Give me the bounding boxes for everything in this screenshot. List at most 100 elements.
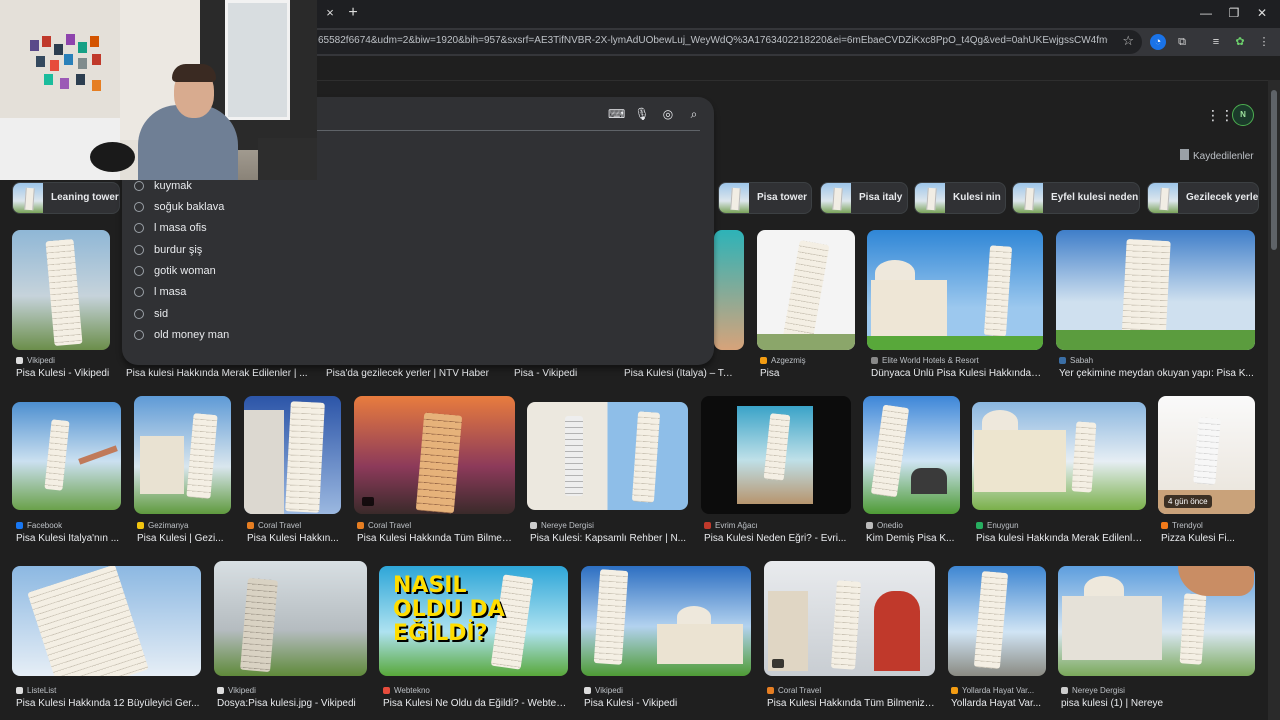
result-image[interactable]: [12, 402, 121, 510]
result-image[interactable]: [12, 230, 110, 350]
source-favicon: [217, 687, 224, 694]
suggestion-item[interactable]: l masa ofis: [122, 218, 714, 239]
result-title[interactable]: Pisa Kulesi - Vikipedi: [584, 698, 751, 709]
result-source: Gezimanya: [137, 521, 231, 530]
lens-icon[interactable]: ◎: [660, 106, 676, 122]
source-label: Vikipedi: [228, 686, 256, 695]
result-title[interactable]: Pisa Kulesi Hakkında 12 Büyüleyici Ger..…: [16, 698, 201, 709]
search-icon[interactable]: ⌕: [686, 106, 702, 122]
suggestion-item[interactable]: sid: [122, 304, 714, 325]
result-image[interactable]: 4 gün önce: [1158, 396, 1255, 514]
source-favicon: [584, 687, 591, 694]
account-avatar[interactable]: N: [1232, 104, 1254, 126]
extension-icon[interactable]: ◔: [1150, 34, 1166, 50]
result-image[interactable]: [972, 402, 1146, 510]
result-image[interactable]: [701, 396, 851, 514]
bookmark-star-icon[interactable]: ☆: [1122, 33, 1134, 49]
result-title[interactable]: Pisa Kulesi Hakkın...: [247, 533, 341, 544]
result-title[interactable]: Pisa Kulesi (İtalya) – Te...: [624, 368, 736, 379]
media-control-icon[interactable]: ≡: [1208, 34, 1224, 50]
result-title[interactable]: Pisa Kulesi - Vikipedi: [16, 368, 116, 379]
result-title[interactable]: Pizza Kulesi Fi...: [1161, 533, 1255, 544]
profile-extension-icon[interactable]: ✿: [1232, 34, 1248, 50]
result-title[interactable]: Pisa Kulesi Hakkında Tüm Bilmeniz ...: [767, 698, 935, 709]
suggestion-item[interactable]: l masa: [122, 282, 714, 303]
result-title[interactable]: Pisa - Vikipedi: [514, 368, 614, 379]
result-image[interactable]: [764, 561, 935, 676]
result-title[interactable]: Yer çekimine meydan okuyan yapı: Pisa K.…: [1059, 368, 1255, 379]
microphone-icon[interactable]: 🎙: [634, 106, 650, 122]
result-image[interactable]: [867, 230, 1043, 350]
result-image[interactable]: [863, 396, 960, 514]
result-source: Enuygun: [976, 521, 1146, 530]
result-source: Elite World Hotels & Resort: [871, 356, 1041, 365]
result-image[interactable]: [214, 561, 367, 676]
webcam-overlay: [0, 0, 317, 180]
suggestion-item[interactable]: burdur şiş: [122, 240, 714, 261]
suggestion-label: soğuk baklava: [154, 201, 225, 213]
result-title[interactable]: Pisa kulesi Hakkında Merak Edilenler | .…: [126, 368, 312, 379]
new-tab-icon[interactable]: +: [345, 4, 361, 22]
result-title[interactable]: Pisa Kulesi Ne Oldu da Eğildi? - Webtek.…: [383, 698, 568, 709]
result-title[interactable]: Pisa kulesi Hakkında Merak Edilenle...: [976, 533, 1146, 544]
chip-eyfel-kulesi-neden[interactable]: Eyfel kulesi neden: [1012, 182, 1140, 214]
chip-pisa-tower[interactable]: Pisa tower: [718, 182, 812, 214]
suggestion-item[interactable]: soğuk baklava: [122, 197, 714, 218]
result-title[interactable]: Pisa: [760, 368, 854, 379]
suggestion-item[interactable]: old money man: [122, 325, 714, 346]
result-title[interactable]: Dosya:Pisa kulesi.jpg - Vikipedi: [217, 698, 367, 709]
source-favicon: [1161, 522, 1168, 529]
result-title[interactable]: Dünyaca Ünlü Pisa Kulesi Hakkında İ...: [871, 368, 1043, 379]
result-title[interactable]: Pisa Kulesi: Kapsamlı Rehber | N...: [530, 533, 688, 544]
result-title[interactable]: Pisa Kulesi İtalya'nın ...: [16, 533, 124, 544]
chip-thumbnail: [719, 183, 749, 213]
url-text[interactable]: 65582f6674&udm=2&biw=1920&bih=957&sxsrf=…: [318, 35, 1108, 46]
scrollbar-thumb[interactable]: [1271, 90, 1277, 250]
result-image[interactable]: [354, 396, 515, 514]
result-image[interactable]: [244, 396, 341, 514]
thumbnail-overlay-text: NASIL OLDU DA EĞİLDİ?: [393, 573, 505, 646]
result-image[interactable]: [757, 230, 855, 350]
result-source: Vikipedi: [16, 356, 110, 365]
result-source: Trendyol: [1161, 521, 1255, 530]
keyboard-icon[interactable]: ⌨: [608, 106, 625, 122]
source-label: Azgezmiş: [771, 356, 806, 365]
suggestion-label: gotik woman: [154, 265, 216, 277]
result-source: Onedio: [866, 521, 960, 530]
result-image[interactable]: [1056, 230, 1255, 350]
chip-label: Pisa italy: [859, 192, 903, 203]
result-title[interactable]: Pisa Kulesi | Gezi...: [137, 533, 233, 544]
result-image[interactable]: NASIL OLDU DA EĞİLDİ?: [379, 566, 568, 676]
result-image[interactable]: [12, 566, 201, 676]
result-image[interactable]: [581, 566, 751, 676]
result-title[interactable]: Yollarda Hayat Var...: [951, 698, 1046, 709]
google-apps-icon[interactable]: ⋮⋮: [1206, 107, 1234, 123]
result-image[interactable]: [1058, 566, 1255, 676]
chip-kulesi-nin[interactable]: Kulesi nin: [914, 182, 1006, 214]
result-image[interactable]: [714, 230, 744, 350]
page-scrollbar[interactable]: [1268, 80, 1280, 720]
chip-pisa-italy[interactable]: Pisa italy: [820, 182, 908, 214]
close-window-icon[interactable]: ✕: [1252, 4, 1272, 22]
extensions-puzzle-icon[interactable]: ⧉: [1174, 34, 1190, 50]
result-source: Yollarda Hayat Var...: [951, 686, 1046, 695]
tab-close-icon[interactable]: ×: [322, 5, 338, 21]
result-title[interactable]: Pisa Kulesi Neden Eğri? - Evri...: [704, 533, 852, 544]
result-title[interactable]: Pisa'da gezilecek yerler | NTV Haber: [326, 368, 502, 379]
restore-icon[interactable]: ❐: [1224, 4, 1244, 22]
result-image[interactable]: [527, 402, 688, 510]
saved-link[interactable]: Kaydedilenler: [1180, 149, 1254, 162]
result-title[interactable]: pisa kulesi (1) | Nereye: [1061, 698, 1255, 709]
source-favicon: [951, 687, 958, 694]
history-icon: [134, 181, 144, 191]
chip-gezilecek-yerler[interactable]: Gezilecek yerler: [1147, 182, 1259, 214]
minimize-icon[interactable]: —: [1196, 4, 1216, 22]
result-image[interactable]: [134, 396, 231, 514]
result-image[interactable]: [948, 566, 1046, 676]
result-title[interactable]: Pisa Kulesi Hakkında Tüm Bilmen...: [357, 533, 515, 544]
result-title[interactable]: Kim Demiş Pisa K...: [866, 533, 960, 544]
suggestion-item[interactable]: gotik woman: [122, 261, 714, 282]
chip-leaning-tower[interactable]: Leaning tower: [12, 182, 120, 214]
address-bar[interactable]: 65582f6674&udm=2&biw=1920&bih=957&sxsrf=…: [310, 30, 1142, 54]
browser-menu-icon[interactable]: ⋮: [1256, 34, 1272, 50]
